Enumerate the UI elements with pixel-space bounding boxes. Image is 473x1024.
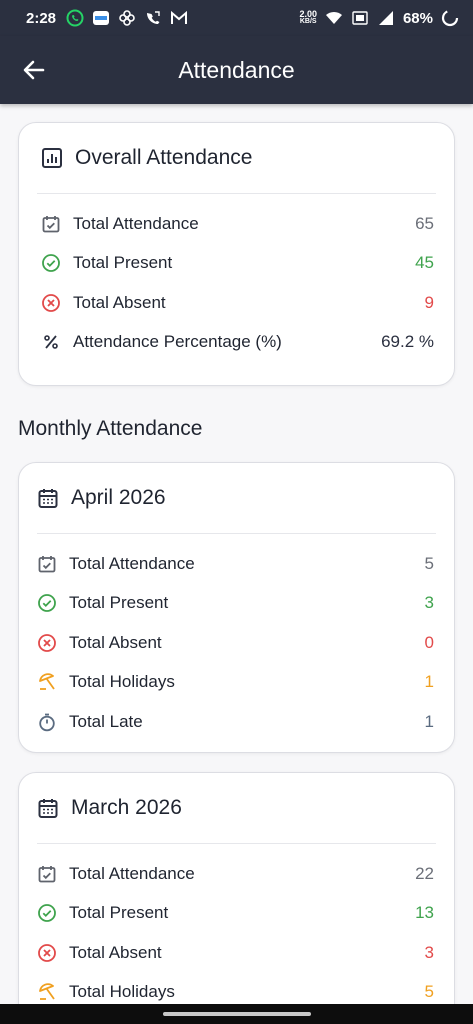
check-circle-icon — [41, 253, 61, 273]
stat-value: 1 — [424, 711, 434, 731]
network-speed: 2.00 KB/S — [299, 10, 317, 26]
overall-attendance-card: Overall Attendance Total Attendance 65 T… — [18, 122, 455, 386]
net-speed-value: 2.00 — [299, 9, 317, 19]
stat-label: Total Late — [69, 711, 143, 731]
page-title: Attendance — [178, 56, 295, 83]
beach-umbrella-icon — [37, 672, 57, 692]
home-gesture-handle[interactable] — [162, 1012, 311, 1016]
month-card-april[interactable]: April 2026 Total Attendance 5 Total Pres… — [18, 462, 455, 753]
x-circle-icon — [37, 943, 57, 963]
stat-value: 45 — [415, 253, 434, 273]
calendar-icon — [37, 487, 59, 509]
stat-value: 3 — [424, 593, 434, 613]
card-header: March 2026 — [19, 773, 454, 843]
month-row-total-holidays: Total Holidays 1 — [19, 663, 454, 703]
stat-label: Total Present — [69, 593, 169, 613]
status-time: 2:28 — [26, 9, 57, 27]
battery-ring-icon — [441, 9, 459, 27]
stat-value: 5 — [424, 553, 434, 573]
overall-row-total-attendance: Total Attendance 65 — [19, 204, 454, 244]
stat-label: Total Absent — [69, 942, 162, 962]
stat-value: 65 — [415, 213, 434, 233]
overall-card-title: Overall Attendance — [75, 146, 253, 169]
calendar-check-icon — [41, 214, 61, 234]
stopwatch-icon — [37, 712, 57, 732]
stat-value: 3 — [424, 942, 434, 962]
overall-row-attendance-percentage: Attendance Percentage (%) 69.2 % — [19, 323, 454, 363]
system-icons: 2.00 KB/S 68% — [299, 9, 459, 27]
bar-chart-icon — [41, 147, 63, 169]
stat-label: Total Attendance — [73, 213, 199, 233]
overall-stats: Total Attendance 65 Total Present 45 Tot… — [19, 194, 454, 362]
month-row-total-absent: Total Absent 3 — [19, 933, 454, 973]
month-row-total-present: Total Present 3 — [19, 584, 454, 624]
system-nav-bar — [0, 1004, 473, 1024]
pinwheel-icon — [118, 9, 136, 27]
month-row-total-absent: Total Absent 0 — [19, 623, 454, 663]
app-bar: Attendance — [0, 36, 473, 104]
stat-value: 5 — [424, 982, 434, 1002]
overall-row-total-absent: Total Absent 9 — [19, 283, 454, 323]
card-header: April 2026 — [19, 463, 454, 533]
stat-label: Total Holidays — [69, 982, 175, 1002]
stat-value: 1 — [424, 672, 434, 692]
month-row-total-present: Total Present 13 — [19, 894, 454, 934]
card-header: Overall Attendance — [19, 123, 454, 193]
check-circle-icon — [37, 903, 57, 923]
back-button[interactable] — [20, 56, 48, 84]
month-row-total-attendance: Total Attendance 22 — [19, 854, 454, 894]
month-title: April 2026 — [71, 486, 166, 509]
signal-icon — [377, 9, 395, 27]
net-speed-unit: KB/S — [299, 18, 317, 25]
month-card-march[interactable]: March 2026 Total Attendance 22 Total Pre… — [18, 772, 455, 1004]
stat-value: 9 — [424, 292, 434, 312]
app-notification-icon — [92, 9, 110, 27]
stat-label: Total Absent — [73, 292, 166, 312]
monthly-section-title: Monthly Attendance — [18, 417, 203, 440]
stat-label: Total Present — [73, 253, 173, 273]
battery-level: 68% — [402, 9, 433, 27]
missed-call-icon — [144, 9, 162, 27]
stat-label: Total Absent — [69, 632, 162, 652]
stat-label: Total Present — [69, 903, 169, 923]
month-title: March 2026 — [71, 796, 182, 819]
status-bar: 2:28 2.00 KB/S 68% — [0, 0, 473, 36]
gmail-icon — [170, 9, 188, 27]
check-circle-icon — [37, 593, 57, 613]
stat-value: 22 — [415, 863, 434, 883]
whatsapp-icon — [66, 9, 84, 27]
stat-value: 69.2 % — [381, 332, 434, 352]
calendar-icon — [37, 797, 59, 819]
wifi-icon — [325, 9, 343, 27]
stat-label: Total Attendance — [69, 553, 195, 573]
stat-label: Total Holidays — [69, 672, 175, 692]
percent-icon — [41, 332, 61, 352]
volte-icon — [351, 9, 369, 27]
stat-value: 13 — [415, 903, 434, 923]
month-row-total-late: Total Late 1 — [19, 702, 454, 742]
month-row-total-attendance: Total Attendance 5 — [19, 544, 454, 584]
overall-row-total-present: Total Present 45 — [19, 244, 454, 284]
month-stats: Total Attendance 5 Total Present 3 Total… — [19, 534, 454, 742]
month-stats: Total Attendance 22 Total Present 13 Tot… — [19, 844, 454, 1004]
stat-value: 0 — [424, 632, 434, 652]
x-circle-icon — [41, 293, 61, 313]
beach-umbrella-icon — [37, 982, 57, 1002]
x-circle-icon — [37, 633, 57, 653]
calendar-check-icon — [37, 554, 57, 574]
stat-label: Attendance Percentage (%) — [73, 332, 282, 352]
calendar-check-icon — [37, 864, 57, 884]
stat-label: Total Attendance — [69, 863, 195, 883]
attendance-content[interactable]: Overall Attendance Total Attendance 65 T… — [0, 104, 473, 1004]
notification-icons — [66, 9, 188, 27]
arrow-left-icon — [23, 60, 45, 80]
month-row-total-holidays: Total Holidays 5 — [19, 973, 454, 1005]
